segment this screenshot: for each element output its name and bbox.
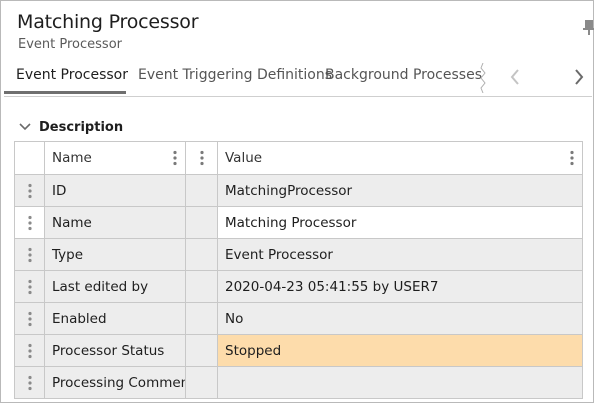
active-tab-indicator <box>4 91 126 94</box>
tab-event-triggering-definitions[interactable]: Event Triggering Definitions <box>138 67 332 83</box>
property-gap-cell <box>185 206 218 239</box>
property-name: Processor Status <box>52 342 165 359</box>
table-row: Enabled No <box>14 302 583 335</box>
property-name-cell: Last edited by <box>44 270 186 303</box>
drag-handle-icon <box>27 343 32 358</box>
column-menu-icon[interactable] <box>570 150 574 166</box>
property-name-cell: Processing Comment <box>44 366 186 399</box>
properties-grid: Name Value ID MatchingProcessor Name Mat… <box>14 141 583 399</box>
property-gap-cell <box>185 270 218 303</box>
property-value: Matching Processor <box>225 214 357 231</box>
pin-icon[interactable] <box>583 19 594 35</box>
tab-overflow-separator <box>480 63 486 93</box>
property-value-cell[interactable] <box>217 366 583 399</box>
status-value-cell[interactable]: Stopped <box>217 334 583 367</box>
property-name-cell: Name <box>44 206 186 239</box>
drag-handle-icon <box>27 247 32 262</box>
property-name-cell: ID <box>44 174 186 207</box>
description-section-header[interactable]: Description <box>19 117 123 137</box>
property-name: Last edited by <box>52 278 149 295</box>
property-name: Type <box>52 246 84 263</box>
chevron-left-icon <box>510 69 519 85</box>
tab-event-processor[interactable]: Event Processor <box>16 67 128 83</box>
column-header-name[interactable]: Name <box>44 141 186 175</box>
status-value: Stopped <box>225 342 282 359</box>
tab-background-processes[interactable]: Background Processes <box>325 67 482 83</box>
property-value-cell[interactable]: 2020-04-23 05:41:55 by USER7 <box>217 270 583 303</box>
properties-panel: Matching Processor Event Processor Event… <box>0 0 594 403</box>
property-name: Enabled <box>52 310 107 327</box>
property-value: Event Processor <box>225 246 333 263</box>
property-value-cell[interactable]: Event Processor <box>217 238 583 271</box>
property-value-cell[interactable]: MatchingProcessor <box>217 174 583 207</box>
drag-handle-icon <box>27 183 32 198</box>
property-value-input[interactable]: Matching Processor <box>217 206 583 239</box>
tab-bar: Event Processor Event Triggering Definit… <box>4 59 592 97</box>
column-menu-icon[interactable] <box>199 150 204 166</box>
property-gap-cell <box>185 366 218 399</box>
section-label: Description <box>39 119 124 135</box>
chevron-down-icon <box>19 123 31 131</box>
drag-handle-icon <box>27 215 32 230</box>
property-value: MatchingProcessor <box>225 182 353 199</box>
property-name-cell: Enabled <box>44 302 186 335</box>
column-header-value[interactable]: Value <box>217 141 583 175</box>
panel-title: Matching Processor <box>17 11 199 33</box>
property-gap-cell <box>185 238 218 271</box>
panel-subtitle: Event Processor <box>18 37 122 52</box>
row-drag-handle[interactable] <box>14 174 45 207</box>
property-name-cell: Type <box>44 238 186 271</box>
property-name-cell: Processor Status <box>44 334 186 367</box>
header-handle-cell <box>14 141 45 175</box>
table-row: Processing Comment <box>14 366 583 399</box>
drag-handle-icon <box>27 311 32 326</box>
property-gap-cell <box>185 334 218 367</box>
drag-handle-icon <box>27 375 32 390</box>
row-drag-handle[interactable] <box>14 238 45 271</box>
column-header-label: Name <box>52 150 92 166</box>
property-name: Name <box>52 214 92 231</box>
property-gap-cell <box>185 174 218 207</box>
grid-header-row: Name Value <box>14 141 583 175</box>
property-value: 2020-04-23 05:41:55 by USER7 <box>225 278 439 295</box>
property-value: No <box>225 310 244 327</box>
drag-handle-icon <box>27 279 32 294</box>
table-row: Type Event Processor <box>14 238 583 271</box>
row-drag-handle[interactable] <box>14 334 45 367</box>
property-gap-cell <box>185 302 218 335</box>
property-name: Processing Comment <box>52 374 185 391</box>
tab-scroll-right-button[interactable] <box>568 65 590 89</box>
tab-scroll-left-button[interactable] <box>504 65 526 89</box>
chevron-right-icon <box>575 69 584 85</box>
row-drag-handle[interactable] <box>14 206 45 239</box>
row-drag-handle[interactable] <box>14 302 45 335</box>
table-row: Processor Status Stopped <box>14 334 583 367</box>
property-name: ID <box>52 182 67 199</box>
table-row: Name Matching Processor <box>14 206 583 239</box>
column-menu-icon[interactable] <box>173 150 177 166</box>
row-drag-handle[interactable] <box>14 366 45 399</box>
row-drag-handle[interactable] <box>14 270 45 303</box>
table-row: Last edited by 2020-04-23 05:41:55 by US… <box>14 270 583 303</box>
property-value-cell[interactable]: No <box>217 302 583 335</box>
table-row: ID MatchingProcessor <box>14 174 583 207</box>
column-header-gap[interactable] <box>185 141 218 175</box>
column-header-label: Value <box>225 150 263 166</box>
